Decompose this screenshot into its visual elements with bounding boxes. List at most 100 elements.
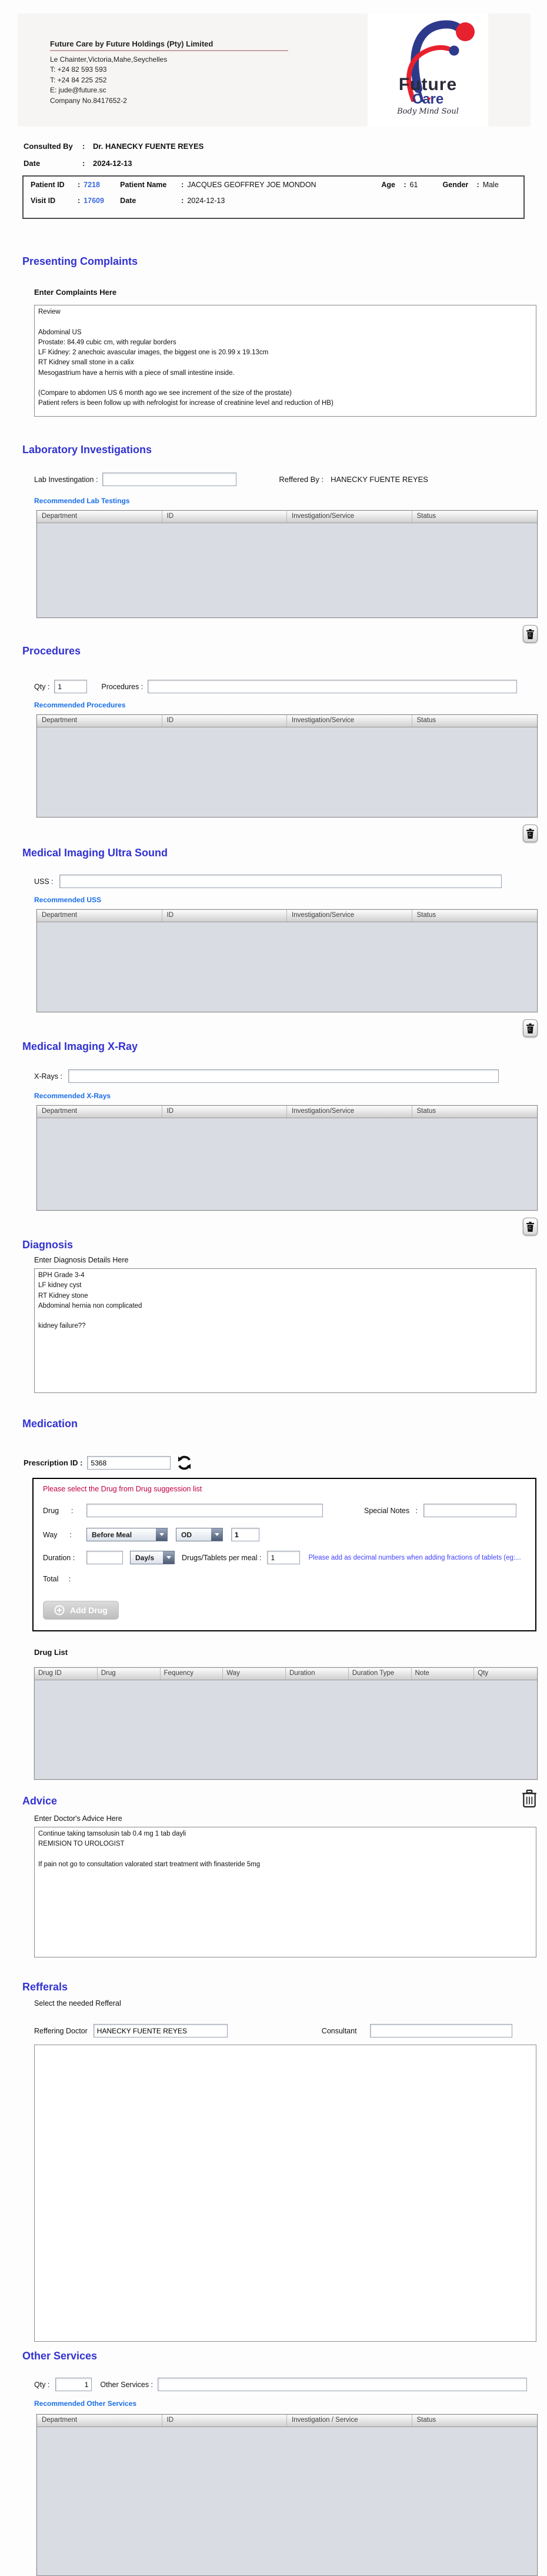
add-drug-button[interactable]: Add Drug — [43, 1601, 119, 1620]
clear-xray-table-button[interactable] — [523, 1218, 538, 1235]
other-qty-label: Qty : — [34, 2380, 50, 2389]
patient-age-value: 61 — [409, 181, 418, 189]
column-header-way: Way — [223, 1668, 286, 1680]
company-name: Future Care by Future Holdings (Pty) Lim… — [50, 39, 288, 51]
column-header-id: ID — [162, 715, 287, 727]
recommended-lab-testings-link[interactable]: Recommended Lab Testings — [34, 497, 547, 505]
colon: : — [476, 181, 479, 189]
trash-icon — [526, 828, 534, 839]
company-info: Future Care by Future Holdings (Pty) Lim… — [50, 39, 288, 106]
procedures-qty-input[interactable] — [54, 680, 88, 693]
procedures-input[interactable] — [148, 680, 518, 693]
section-title-diagnosis: Diagnosis — [22, 1239, 74, 1251]
procedures-trash-row — [36, 825, 538, 842]
referral-list-box[interactable] — [34, 2045, 536, 2342]
recommended-uss-link[interactable]: Recommended USS — [34, 896, 547, 904]
procedures-qty-label: Qty : — [34, 682, 50, 691]
patient-name-label: Patient Name — [120, 181, 167, 189]
consultant-input[interactable] — [369, 2024, 512, 2037]
meal-select[interactable]: Before Meal — [86, 1528, 168, 1541]
reffered-by-value: HANECKY FUENTE REYES — [331, 475, 428, 484]
column-header-status: Status — [416, 1108, 436, 1115]
duration-unit-value: Day/s — [135, 1553, 155, 1562]
referral-field-row: Reffering Doctor Consultant — [34, 2024, 547, 2037]
other-services-field-row: Qty : Other Services : — [34, 2378, 547, 2391]
chevron-down-icon — [156, 1528, 167, 1541]
colon: : — [78, 197, 81, 205]
clear-lab-table-button[interactable] — [523, 625, 538, 643]
future-care-logo: Future Care ♥ Body Mind Soul — [368, 14, 488, 127]
complaints-sub-label: Enter Complaints Here — [34, 288, 117, 297]
clear-advice-button[interactable] — [521, 1788, 538, 1812]
column-header-investigation: Investigation / Service — [287, 2415, 412, 2427]
procedures-table: Department ID Investigation/Service Stat… — [36, 714, 538, 817]
column-header-department: Department — [37, 910, 162, 922]
procedures-field-row: Qty : Procedures : — [34, 680, 547, 693]
patient-gender-label: Gender — [442, 181, 469, 189]
column-header-investigation: Investigation/Service — [287, 910, 412, 922]
patient-age-label: Age — [381, 181, 395, 189]
column-header-status: Status — [416, 717, 436, 724]
xray-table: Department ID Investigation/Service Stat… — [36, 1105, 538, 1211]
section-title-procedures: Procedures — [22, 645, 81, 657]
lab-table-body — [37, 523, 537, 617]
visit-id-value: 17609 — [84, 197, 104, 205]
column-header-frequency: Fequency — [161, 1668, 224, 1680]
prescription-id-input[interactable] — [87, 1456, 171, 1470]
column-header-id: ID — [162, 511, 287, 523]
logo-heart-icon: ♥ — [427, 96, 431, 102]
duration-unit-select[interactable]: Day/s — [130, 1551, 175, 1564]
patient-id-label: Patient ID — [31, 181, 65, 189]
add-circle-icon — [54, 1605, 65, 1616]
visit-id-label: Visit ID — [31, 197, 56, 205]
total-label: Total : — [43, 1575, 71, 1583]
recommended-xrays-link[interactable]: Recommended X-Rays — [34, 1092, 547, 1100]
section-title-other-services: Other Services — [22, 2350, 98, 2362]
per-meal-input[interactable] — [267, 1551, 301, 1564]
column-header-department: Department — [37, 2415, 162, 2427]
advice-textarea[interactable]: Continue taking tamsolusin tab 0.4 mg 1 … — [34, 1827, 536, 1957]
frequency-select[interactable]: OD — [176, 1528, 223, 1541]
drug-input[interactable] — [86, 1504, 323, 1517]
recommended-other-services-link[interactable]: Recommended Other Services — [34, 2399, 547, 2408]
uss-trash-row — [36, 1019, 538, 1037]
fraction-note: Please add as decimal numbers when addin… — [308, 1554, 521, 1561]
diagnosis-textarea[interactable]: BPH Grade 3-4 LF kidney cyst RT Kidney s… — [34, 1268, 536, 1393]
drug-entry-panel: Please select the Drug from Drug suggess… — [32, 1478, 536, 1631]
other-services-label: Other Services : — [100, 2380, 154, 2389]
column-header-department: Department — [37, 1106, 162, 1118]
consulted-by-label: Consulted By — [24, 142, 73, 151]
drug-row: Drug : Special Notes : — [43, 1504, 527, 1517]
clear-uss-table-button[interactable] — [523, 1019, 538, 1037]
drug-label: Drug : — [43, 1506, 74, 1515]
uss-input[interactable] — [59, 875, 502, 888]
consulted-by-value: Dr. HANECKY FUENTE REYES — [93, 142, 204, 151]
xray-input[interactable] — [68, 1069, 499, 1083]
other-services-input[interactable] — [158, 2378, 528, 2391]
column-header-status: Status — [416, 513, 436, 520]
column-header-drug: Drug — [98, 1668, 161, 1680]
duration-input[interactable] — [86, 1551, 123, 1564]
special-notes-input[interactable] — [423, 1504, 517, 1517]
colon: : — [181, 181, 184, 189]
xray-field-row: X-Rays : — [34, 1069, 547, 1083]
consult-date-line: Date : 2024-12-13 — [24, 159, 547, 168]
recommended-procedures-link[interactable]: Recommended Procedures — [34, 701, 547, 709]
company-phone-1: T: +24 82 593 593 — [50, 65, 107, 74]
prescription-id-label: Prescription ID : — [24, 1458, 83, 1467]
lab-field-row: Lab Investingation : Reffered By : HANEC… — [34, 473, 547, 486]
other-qty-input[interactable] — [55, 2378, 92, 2391]
reffering-doctor-input[interactable] — [93, 2024, 228, 2037]
patient-summary-bar: Patient ID : 7218 Patient Name : JACQUES… — [22, 175, 525, 219]
other-services-table-body — [37, 2427, 537, 2575]
letterhead: Future Care by Future Holdings (Pty) Lim… — [18, 14, 531, 127]
clear-procedures-table-button[interactable] — [523, 825, 538, 842]
chevron-down-icon — [211, 1528, 222, 1541]
column-header-department: Department — [37, 511, 162, 523]
uss-table: Department ID Investigation/Service Stat… — [36, 909, 538, 1012]
lab-investigation-input[interactable] — [102, 473, 237, 486]
visit-date-label: Date — [120, 197, 136, 205]
complaints-textarea[interactable]: Review Abdominal US Prostate: 84.49 cubi… — [34, 305, 536, 417]
refresh-icon[interactable] — [176, 1455, 192, 1471]
way-qty-input[interactable] — [231, 1528, 259, 1541]
